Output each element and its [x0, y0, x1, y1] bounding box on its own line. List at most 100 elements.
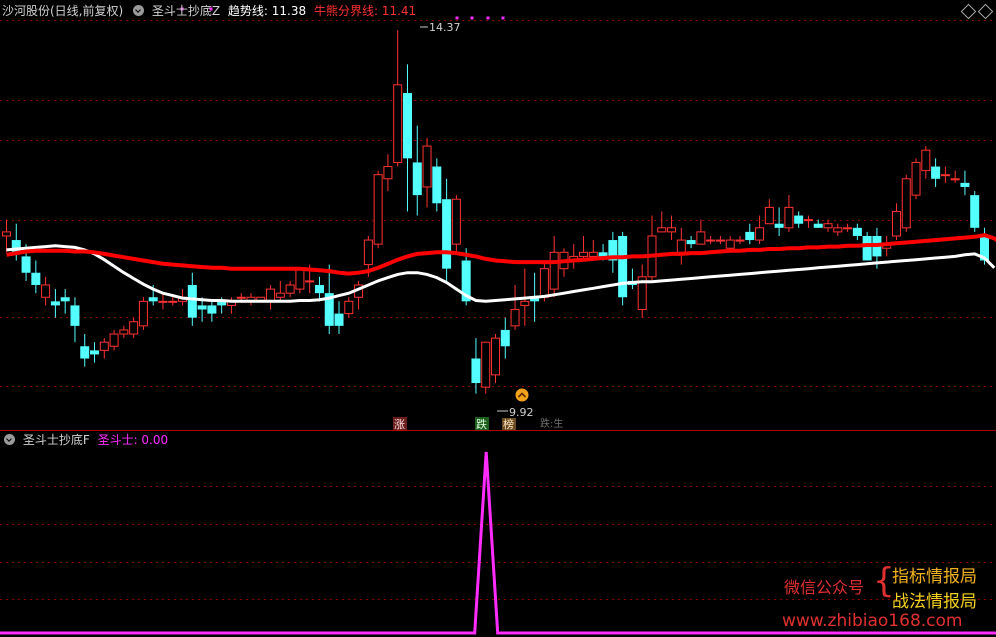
candle[interactable]: [921, 146, 931, 179]
rise-badge: 涨: [393, 417, 407, 431]
main-grid: [0, 20, 996, 387]
candle[interactable]: [491, 334, 500, 384]
candle[interactable]: [373, 170, 383, 249]
candle[interactable]: [843, 223, 853, 232]
indicator-name: 圣斗士抄底Z: [151, 4, 221, 18]
candle[interactable]: [354, 280, 364, 310]
chart-canvas: 14.37 9.92 涨 跌 榜 跌:生: [0, 7, 996, 635]
candle[interactable]: [852, 223, 862, 241]
buy-signal-icon: [515, 388, 529, 402]
collapse-icon-sub[interactable]: [4, 434, 15, 445]
bang-badge: 榜: [502, 417, 516, 431]
candle[interactable]: [442, 178, 452, 281]
candle[interactable]: [569, 244, 579, 269]
candle[interactable]: [383, 154, 393, 192]
trend-line: [6, 244, 996, 303]
candle[interactable]: [579, 235, 589, 261]
candle[interactable]: [2, 219, 11, 253]
candle[interactable]: [70, 297, 80, 343]
candle[interactable]: [99, 338, 109, 359]
candle[interactable]: [647, 215, 657, 281]
candle[interactable]: [402, 64, 412, 212]
candle[interactable]: [813, 219, 823, 228]
candle[interactable]: [745, 223, 755, 245]
candle[interactable]: [549, 235, 559, 298]
candle[interactable]: [80, 334, 90, 367]
partial-badge-text: 跌:生: [540, 417, 563, 430]
main-header: 沙河股份(日线,前复权) 圣斗士抄底Z 趋势线: 11.38 牛熊分界线: 11…: [2, 1, 420, 21]
candle[interactable]: [266, 284, 276, 310]
candle[interactable]: [686, 235, 696, 249]
candle[interactable]: [481, 341, 491, 394]
candle[interactable]: [119, 325, 129, 339]
candle[interactable]: [970, 191, 980, 232]
candle[interactable]: [794, 211, 804, 228]
candle[interactable]: [60, 289, 70, 314]
signal-dot: [501, 16, 505, 20]
candle[interactable]: [940, 166, 950, 183]
candle[interactable]: [657, 211, 667, 233]
watermark-line3: 战法情报局: [892, 592, 977, 612]
candle[interactable]: [295, 268, 305, 294]
candle[interactable]: [627, 268, 637, 290]
candle[interactable]: [158, 293, 168, 310]
candle[interactable]: [334, 301, 344, 335]
candle[interactable]: [891, 203, 901, 241]
rise-badge-text: 涨: [394, 418, 405, 431]
candle[interactable]: [735, 235, 745, 245]
candle[interactable]: [510, 284, 520, 330]
watermark-url: www.zhibiao168.com: [782, 611, 963, 631]
candle[interactable]: [696, 219, 706, 245]
candle[interactable]: [784, 195, 794, 232]
signal-dot: [455, 16, 459, 20]
fall-badge: 跌: [475, 417, 489, 431]
candle[interactable]: [618, 231, 628, 306]
candle[interactable]: [432, 158, 442, 212]
candle[interactable]: [138, 297, 148, 330]
candle[interactable]: [246, 293, 256, 306]
candle[interactable]: [823, 219, 833, 232]
candle[interactable]: [803, 215, 813, 228]
candle[interactable]: [207, 301, 217, 322]
candle[interactable]: [960, 170, 970, 196]
candle[interactable]: [314, 276, 324, 302]
candle[interactable]: [950, 170, 960, 183]
watermark-line2: 指标情报局: [892, 567, 977, 587]
candle[interactable]: [50, 289, 60, 318]
candle[interactable]: [901, 174, 911, 232]
candle[interactable]: [774, 207, 784, 236]
candle[interactable]: [41, 276, 51, 306]
candlesticks[interactable]: [2, 30, 990, 394]
candle[interactable]: [90, 342, 100, 363]
candle[interactable]: [109, 329, 119, 351]
candle[interactable]: [608, 231, 618, 273]
candle[interactable]: [168, 297, 178, 306]
candle[interactable]: [129, 317, 139, 339]
candle[interactable]: [764, 199, 774, 225]
candle[interactable]: [931, 158, 941, 187]
candle[interactable]: [637, 264, 647, 318]
candle[interactable]: [451, 195, 461, 253]
candle[interactable]: [412, 125, 422, 216]
candle[interactable]: [275, 280, 285, 302]
candle[interactable]: [285, 280, 295, 298]
signal-dot: [486, 16, 490, 20]
candle[interactable]: [422, 137, 432, 208]
high-marker: 14.37: [420, 21, 461, 34]
candle[interactable]: [667, 215, 677, 241]
candle[interactable]: [500, 317, 510, 359]
candle[interactable]: [911, 158, 921, 200]
sub-header: 圣斗士抄底F 圣斗士: 0.00: [2, 430, 172, 450]
candle[interactable]: [715, 235, 725, 245]
candle[interactable]: [755, 215, 765, 245]
candle[interactable]: [676, 227, 686, 265]
high-price-label: 14.37: [429, 21, 461, 34]
candle[interactable]: [471, 338, 481, 394]
collapse-icon[interactable]: [133, 5, 145, 16]
signal-dot: [470, 16, 474, 20]
candle[interactable]: [344, 297, 354, 318]
candle[interactable]: [31, 260, 41, 294]
candle[interactable]: [393, 30, 403, 167]
candle[interactable]: [706, 235, 716, 245]
candle[interactable]: [833, 223, 843, 236]
